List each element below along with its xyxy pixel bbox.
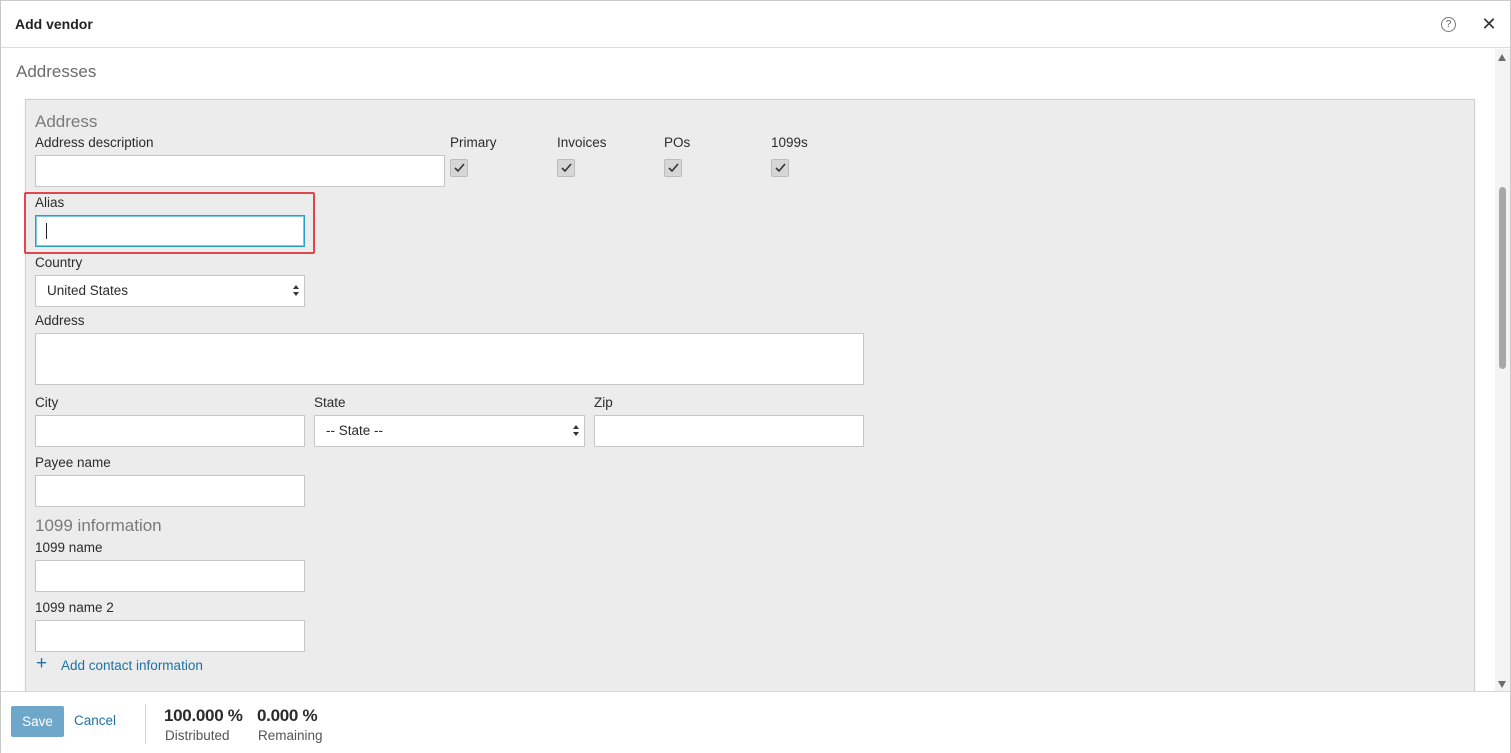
country-select[interactable]: United States — [35, 275, 305, 307]
distributed-label: Distributed — [165, 728, 230, 743]
footer-divider — [145, 704, 146, 744]
distributed-value: 100.000 % — [164, 706, 243, 725]
add-contact-label: Add contact information — [61, 658, 203, 673]
1099s-checkbox[interactable] — [771, 159, 789, 177]
1099-name-2-label: 1099 name 2 — [35, 600, 114, 615]
check-icon — [775, 163, 786, 173]
cancel-button[interactable]: Cancel — [74, 713, 116, 728]
save-button[interactable]: Save — [11, 706, 64, 737]
remaining-label: Remaining — [258, 728, 323, 743]
state-select[interactable]: -- State -- — [314, 415, 585, 447]
invoices-checkbox[interactable] — [557, 159, 575, 177]
1099-name-label: 1099 name — [35, 540, 103, 555]
city-label: City — [35, 395, 59, 410]
address-textarea[interactable] — [35, 333, 864, 385]
dialog-title: Add vendor — [15, 16, 93, 32]
section-title-addresses: Addresses — [16, 62, 97, 81]
dialog-body: Addresses Address Address description Pr… — [1, 49, 1495, 691]
zip-input[interactable] — [594, 415, 864, 447]
address-panel-title: Address — [35, 112, 98, 131]
pos-label: POs — [664, 135, 691, 150]
state-label: State — [314, 395, 346, 410]
pos-checkbox[interactable] — [664, 159, 682, 177]
vertical-scrollbar[interactable] — [1495, 49, 1510, 691]
check-icon — [454, 163, 465, 173]
select-arrows-icon — [293, 285, 300, 297]
address-description-input[interactable] — [35, 155, 445, 187]
payee-name-input[interactable] — [35, 475, 305, 507]
zip-label: Zip — [594, 395, 613, 410]
scrollbar-thumb[interactable] — [1499, 187, 1506, 369]
close-icon[interactable]: ✕ — [1481, 14, 1497, 34]
invoices-label: Invoices — [557, 135, 607, 150]
remaining-value: 0.000 % — [257, 706, 318, 725]
scroll-down-icon[interactable] — [1498, 681, 1506, 688]
check-icon — [561, 163, 572, 173]
1099-name-2-input[interactable] — [35, 620, 305, 652]
check-icon — [668, 163, 679, 173]
dialog-footer: Save Cancel 100.000 % Distributed 0.000 … — [1, 691, 1510, 753]
help-icon[interactable]: ? — [1441, 17, 1456, 32]
payee-name-label: Payee name — [35, 455, 111, 470]
country-value: United States — [47, 283, 129, 298]
1099s-label: 1099s — [771, 135, 808, 150]
select-arrows-icon — [573, 425, 580, 437]
plus-icon: + — [36, 653, 48, 674]
state-value: -- State -- — [326, 423, 384, 438]
1099-information-title: 1099 information — [35, 516, 162, 535]
primary-label: Primary — [450, 135, 497, 150]
primary-checkbox[interactable] — [450, 159, 468, 177]
dialog-header: Add vendor ? ✕ — [1, 1, 1510, 48]
1099-name-input[interactable] — [35, 560, 305, 592]
alias-highlight-box — [24, 192, 315, 254]
country-label: Country — [35, 255, 83, 270]
address-panel: Address Address description Primary Invo… — [25, 99, 1475, 691]
address-description-label: Address description — [35, 135, 154, 150]
add-vendor-dialog: Add vendor ? ✕ Addresses Address Address… — [0, 0, 1511, 753]
city-input[interactable] — [35, 415, 305, 447]
address-label: Address — [35, 313, 85, 328]
scroll-up-icon[interactable] — [1498, 54, 1506, 61]
